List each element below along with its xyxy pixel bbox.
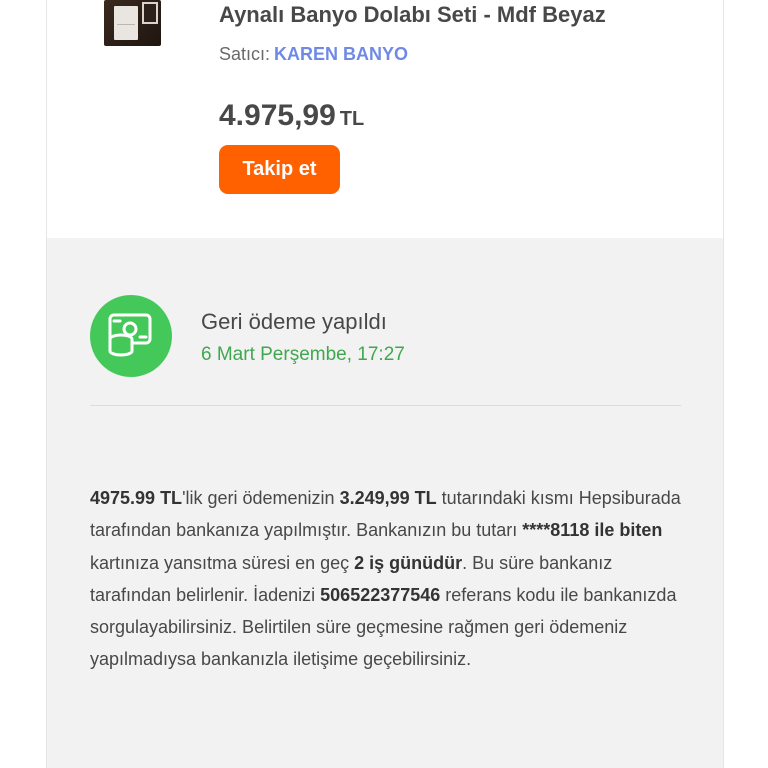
price-amount: 4.975,99 bbox=[219, 99, 336, 132]
price-currency: TL bbox=[339, 108, 365, 130]
total-amount: 4975.99 TL bbox=[90, 488, 183, 508]
mirror-graphic bbox=[142, 2, 158, 24]
refund-section: Geri ödeme yapıldı 6 Mart Perşembe, 17:2… bbox=[47, 238, 723, 768]
follow-button[interactable]: Takip et bbox=[219, 145, 340, 194]
product-price: 4.975,99 TL bbox=[219, 99, 364, 133]
refund-message: 4975.99 TL'lik geri ödemenizin 3.249,99 … bbox=[90, 482, 690, 676]
product-title[interactable]: Aynalı Banyo Dolabı Seti - Mdf Beyaz bbox=[219, 2, 606, 28]
order-detail-page: Aynalı Banyo Dolabı Seti - Mdf Beyaz Sat… bbox=[46, 0, 724, 768]
product-card: Aynalı Banyo Dolabı Seti - Mdf Beyaz Sat… bbox=[47, 0, 723, 238]
refund-status-date: 6 Mart Perşembe, 17:27 bbox=[201, 344, 405, 365]
product-thumbnail[interactable] bbox=[104, 0, 161, 46]
refund-duration: 2 iş günüdür bbox=[354, 552, 463, 573]
refunded-amount: 3.249,99 TL bbox=[339, 488, 437, 508]
message-part-3: kartınıza yansıtma süresi en geç bbox=[90, 552, 355, 573]
cash-refund-icon bbox=[90, 295, 172, 377]
card-number: ****8118 ile biten bbox=[522, 520, 663, 541]
refund-status-title: Geri ödeme yapıldı bbox=[201, 309, 387, 334]
seller-label: Satıcı: bbox=[219, 44, 271, 64]
reference-code: 506522377546 bbox=[320, 584, 441, 605]
cabinet-graphic bbox=[114, 6, 138, 40]
message-part-1: 'lik geri ödemenizin bbox=[182, 488, 340, 508]
section-divider bbox=[90, 405, 681, 406]
seller-info: Satıcı: KAREN BANYO bbox=[219, 44, 408, 65]
seller-name-link[interactable]: KAREN BANYO bbox=[274, 44, 408, 64]
